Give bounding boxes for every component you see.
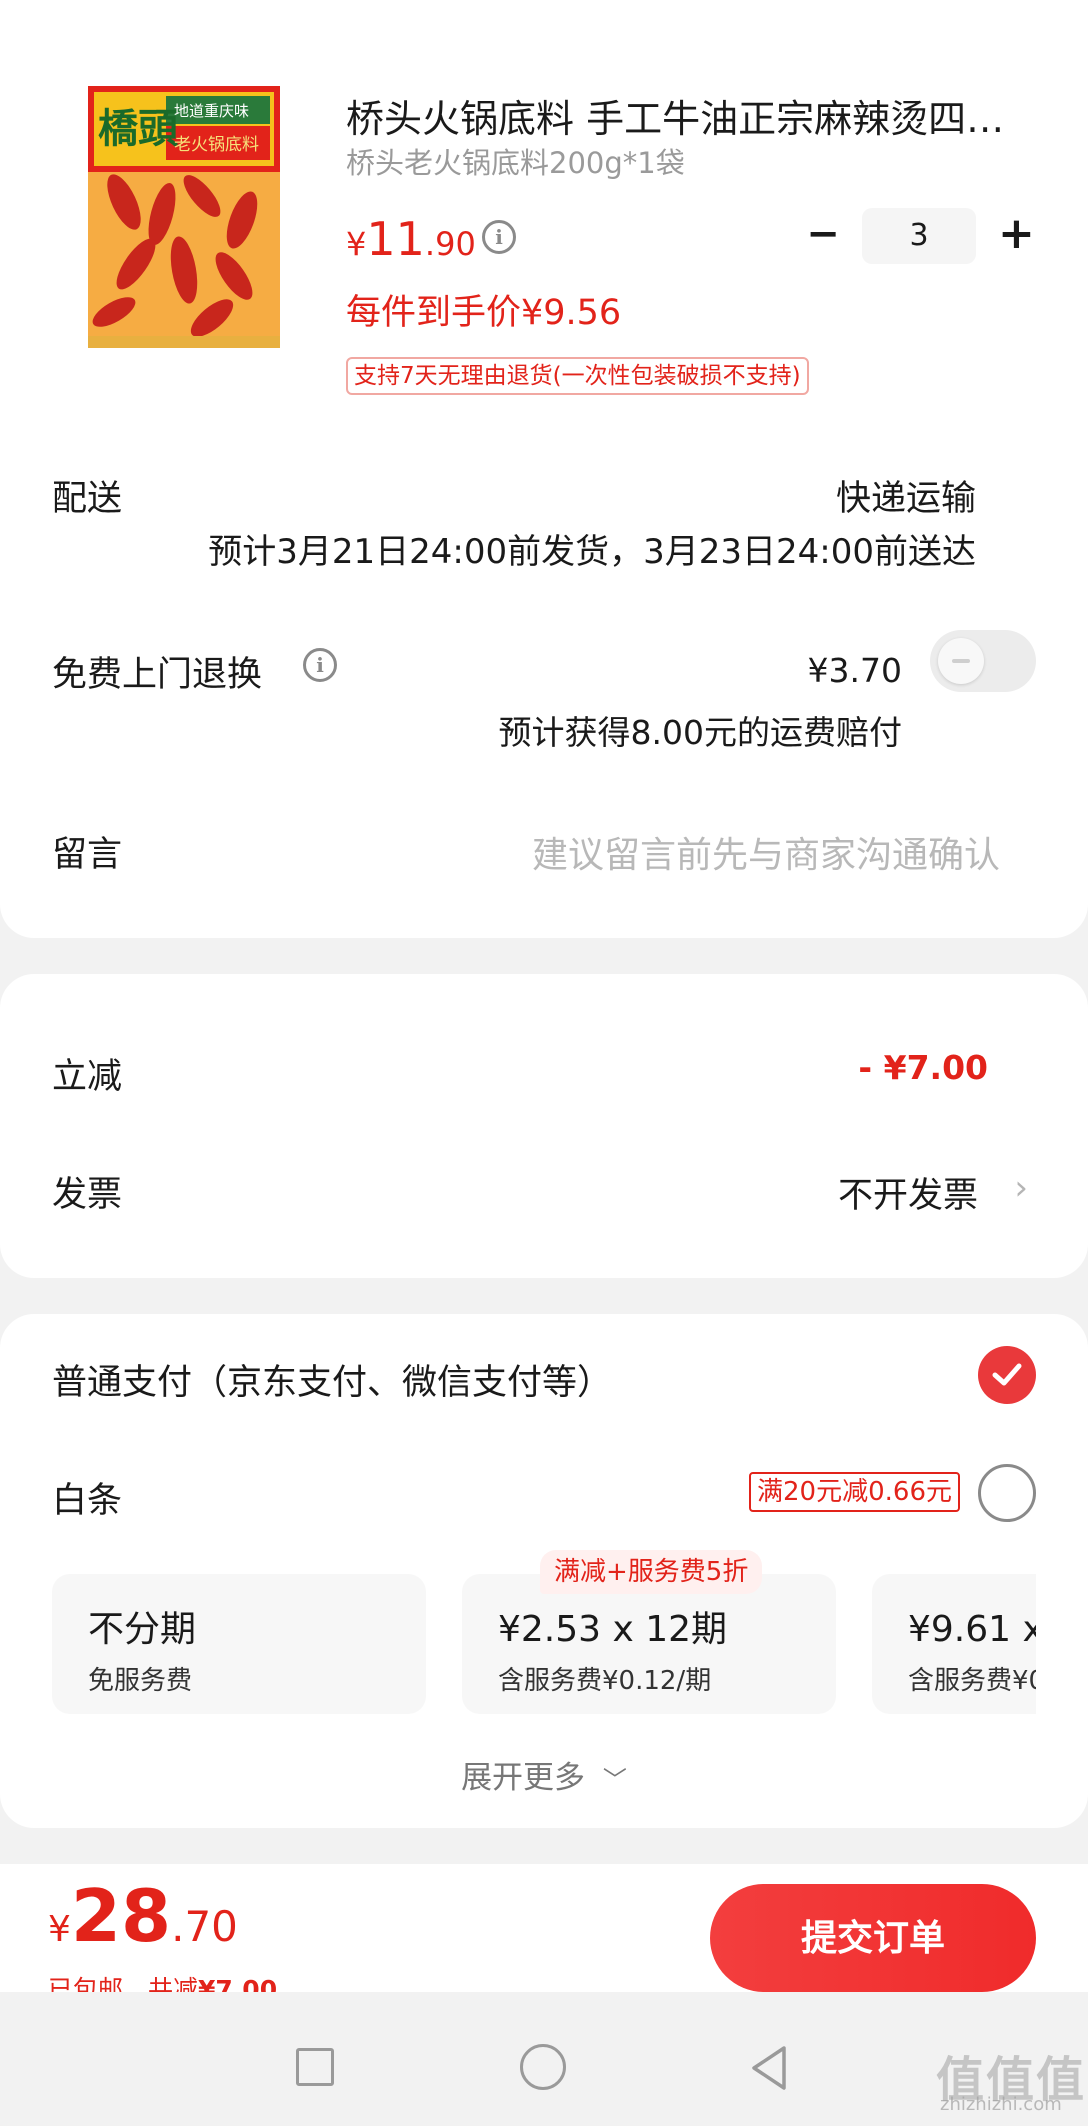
baitiao-label[interactable]: 白条 [52, 1472, 122, 1523]
total-decimal: .70 [171, 1902, 238, 1951]
plan-main: ¥2.53 x 12期 [498, 1609, 728, 1650]
chevron-right-icon[interactable]: › [1014, 1168, 1028, 1208]
discount-label: 立减 [52, 1057, 123, 1097]
order-item-card: 橋頭 地道重庆味 老火锅底料 桥头火锅底料 手工牛油正宗麻辣烫四川重庆老火锅 桥… [0, 0, 1088, 938]
plan-promo-badge: 满减+服务费5折 [540, 1550, 763, 1594]
plan-sub: 含服务费¥0.24/期 [908, 1666, 1036, 1696]
watermark-url: zhizhizhi.com [940, 2094, 1062, 2115]
product-title[interactable]: 桥头火锅底料 手工牛油正宗麻辣烫四川重庆老火锅 [346, 88, 1006, 143]
free-return-info-icon[interactable]: i [303, 648, 337, 682]
per-item-price: 每件到手价¥9.56 [346, 293, 622, 333]
quantity-input[interactable]: 3 [862, 208, 976, 264]
quantity-decrease-button[interactable]: − [806, 214, 840, 254]
chevron-down-icon: ﹀ [602, 1766, 627, 1794]
plan-sub: 免服务费 [88, 1666, 193, 1696]
home-icon[interactable] [520, 2044, 566, 2090]
discount-invoice-card [0, 974, 1088, 1278]
free-return-label: 免费上门退换 [52, 655, 263, 695]
message-input[interactable]: 建议留言前先与商家沟通确认 [532, 826, 1000, 878]
free-return-price: ¥3.70 [807, 651, 902, 690]
product-image[interactable]: 橋頭 地道重庆味 老火锅底料 [84, 84, 284, 352]
product-spec: 桥头老火锅底料200g*1袋 [346, 146, 685, 180]
plan-main: 不分期 [88, 1609, 197, 1650]
baitiao-radio[interactable] [978, 1464, 1036, 1522]
installment-plan[interactable]: ¥2.53 x 12期 含服务费¥0.12/期 [462, 1574, 836, 1714]
plan-main: ¥9.61 x 3期 [908, 1609, 1036, 1650]
total-currency: ¥ [48, 1909, 71, 1950]
baitiao-promo-badge: 满20元减0.66元 [749, 1472, 960, 1512]
package-name: 老火锅底料 [174, 135, 259, 155]
recent-apps-icon[interactable] [296, 2048, 334, 2086]
free-return-compensation: 预计获得8.00元的运费赔付 [498, 713, 902, 752]
free-return-toggle[interactable] [930, 630, 1036, 692]
discount-value: - ¥7.00 [858, 1048, 988, 1087]
plan-sub: 含服务费¥0.12/期 [498, 1666, 712, 1696]
package-slogan: 地道重庆味 [174, 102, 249, 120]
back-icon[interactable] [748, 2044, 790, 2096]
message-label: 留言 [52, 835, 123, 875]
expand-more-label: 展开更多 [461, 1760, 586, 1796]
price-decimal: .90 [424, 225, 476, 263]
package-brand: 橋頭 [98, 105, 179, 152]
invoice-label: 发票 [52, 1175, 123, 1215]
quantity-increase-button[interactable]: + [998, 212, 1035, 256]
product-package-illustration: 橋頭 地道重庆味 老火锅底料 [84, 84, 284, 352]
installment-plan[interactable]: 不分期 免服务费 [52, 1574, 426, 1714]
price-integer: 11 [366, 212, 425, 266]
delivery-method[interactable]: 快递运输 [836, 470, 976, 521]
normal-payment-label[interactable]: 普通支付（京东支付、微信支付等） [52, 1354, 612, 1405]
invoice-value[interactable]: 不开发票 [838, 1167, 978, 1218]
toggle-knob [938, 638, 984, 684]
checkmark-icon [992, 1363, 1022, 1386]
delivery-estimate: 预计3月21日24:00前发货，3月23日24:00前送达 [208, 532, 976, 572]
delivery-label: 配送 [52, 479, 123, 519]
total-integer: 28 [70, 1874, 172, 1958]
submit-order-button[interactable]: 提交订单 [710, 1884, 1036, 1992]
price-currency: ¥ [346, 225, 367, 263]
expand-more-button[interactable]: 展开更多 ﹀ [0, 1752, 1088, 1797]
return-policy-tag: 支持7天无理由退货(一次性包装破损不支持) [346, 357, 809, 395]
installment-plan[interactable]: ¥9.61 x 3期 含服务费¥0.24/期 [872, 1574, 1036, 1714]
product-price: ¥11.90 [346, 212, 476, 266]
normal-payment-check-icon[interactable] [978, 1346, 1036, 1404]
order-total: ¥28.70 [48, 1874, 238, 1958]
price-info-icon[interactable]: i [482, 220, 516, 254]
